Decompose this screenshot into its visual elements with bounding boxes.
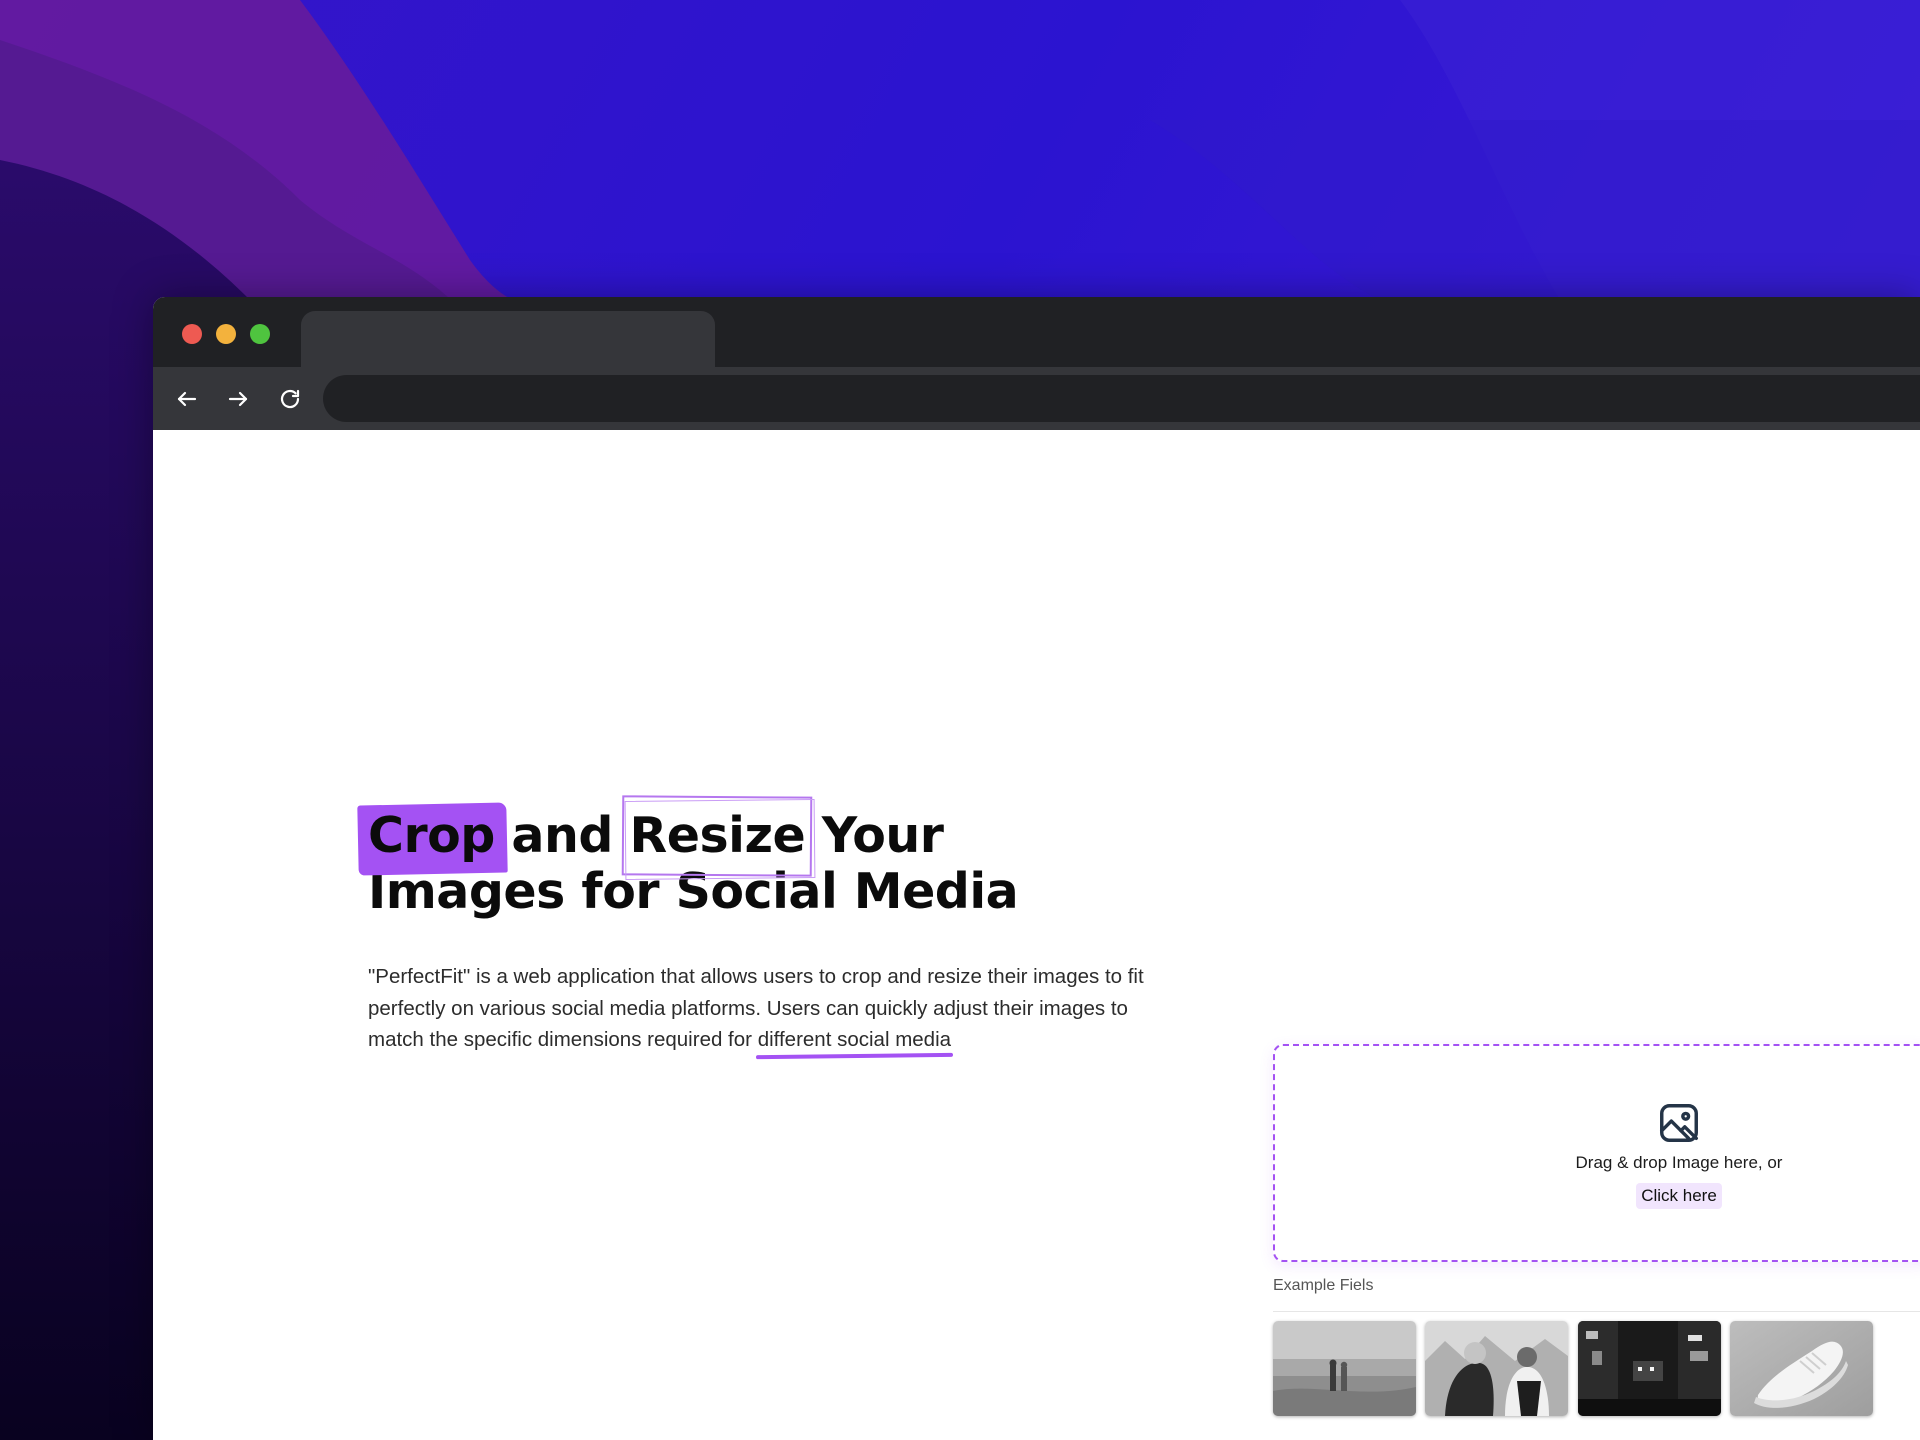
night-street-image [1578, 1321, 1721, 1416]
hero-description-text: "PerfectFit" is a web application that a… [368, 965, 1144, 1051]
arrow-left-icon [177, 391, 197, 407]
reload-icon [280, 389, 300, 409]
upload-dropzone[interactable]: Drag & drop Image here, or Click here [1273, 1044, 1920, 1262]
example-files-label: Example Fiels [1273, 1277, 1374, 1294]
dropzone-text: Drag & drop Image here, or [1575, 1153, 1783, 1172]
beach-couple-image [1273, 1321, 1416, 1416]
close-window-button[interactable] [182, 324, 202, 344]
divider [1273, 1311, 1920, 1312]
click-here-button[interactable]: Click here [1636, 1183, 1722, 1209]
title-and: and [494, 807, 630, 864]
example-thumbnail-sneaker[interactable] [1730, 1321, 1873, 1416]
back-button[interactable] [171, 383, 203, 415]
maximize-window-button[interactable] [250, 324, 270, 344]
hero-title: Crop and Resize Your Images for Social M… [368, 808, 1148, 920]
minimize-window-button[interactable] [216, 324, 236, 344]
reload-button[interactable] [274, 383, 306, 415]
sneaker-image [1730, 1321, 1873, 1416]
image-icon [1660, 1104, 1698, 1142]
address-bar[interactable] [323, 375, 1920, 422]
dropzone-content: Drag & drop Image here, or Click here [1275, 1100, 1920, 1209]
example-thumbnail-snow[interactable] [1425, 1321, 1568, 1416]
page-content: Crop and Resize Your Images for Social M… [153, 430, 1920, 1440]
arrow-right-icon [228, 391, 248, 407]
browser-tab-bar [153, 297, 1920, 367]
highlight-resize: Resize [629, 807, 806, 864]
example-thumbnail-night-street[interactable] [1578, 1321, 1721, 1416]
highlight-crop: Crop [368, 807, 495, 864]
browser-tab[interactable] [301, 311, 715, 367]
hero-description: "PerfectFit" is a web application that a… [368, 961, 1168, 1056]
underlined-phrase: different social media [757, 1028, 952, 1051]
example-thumbnail-beach[interactable] [1273, 1321, 1416, 1416]
browser-toolbar [153, 367, 1920, 430]
browser-window: Crop and Resize Your Images for Social M… [153, 297, 1920, 1440]
snow-couple-image [1425, 1321, 1568, 1416]
forward-button[interactable] [222, 383, 254, 415]
